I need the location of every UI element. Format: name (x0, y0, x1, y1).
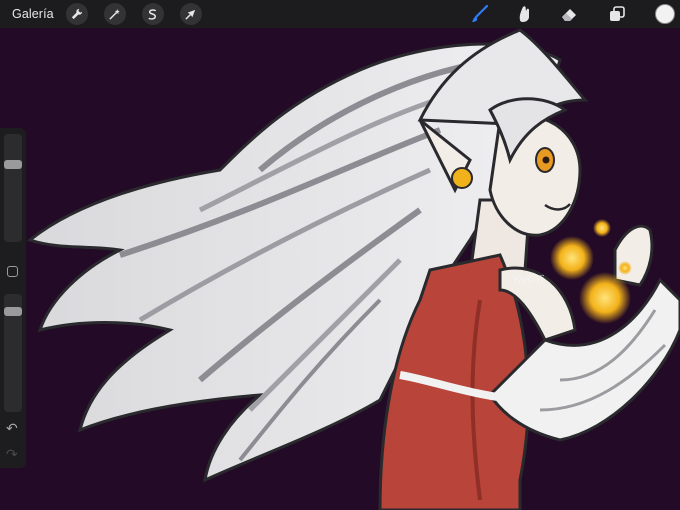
eraser-tool-button[interactable] (558, 3, 580, 25)
redo-icon[interactable]: ↷ (6, 446, 18, 463)
arrow-cursor-icon (185, 9, 196, 20)
brush-size-thumb[interactable] (4, 159, 22, 169)
smudge-tool-button[interactable] (513, 3, 535, 25)
undo-icon[interactable]: ↶ (6, 420, 18, 437)
drawing-canvas[interactable]: YaKiTi (0, 28, 680, 510)
brush-size-slider[interactable] (4, 134, 22, 242)
artwork-illustration: YaKiTi (26, 28, 680, 510)
brush-tool-button[interactable] (469, 3, 491, 25)
selection-s-icon (148, 8, 157, 20)
layers-button[interactable] (606, 3, 628, 25)
gallery-button[interactable]: Galería (12, 7, 54, 21)
brush-icon (472, 4, 489, 22)
magic-wand-icon (109, 8, 120, 20)
adjustments-button[interactable] (103, 3, 126, 25)
layers-icon (610, 6, 625, 21)
smudge-icon (519, 6, 529, 22)
opacity-slider[interactable] (4, 294, 22, 412)
wrench-icon (72, 8, 83, 19)
actions-button[interactable] (65, 3, 88, 25)
color-picker-button[interactable] (655, 4, 675, 24)
modify-button[interactable] (7, 266, 18, 277)
transform-button[interactable] (179, 3, 202, 25)
artist-signature: YaKiTi (512, 274, 544, 286)
top-toolbar: Galería (0, 0, 680, 28)
selection-button[interactable] (141, 3, 164, 25)
opacity-thumb[interactable] (4, 306, 22, 316)
eraser-icon (562, 9, 576, 21)
left-sidebar: ↶ ↷ (0, 128, 26, 468)
